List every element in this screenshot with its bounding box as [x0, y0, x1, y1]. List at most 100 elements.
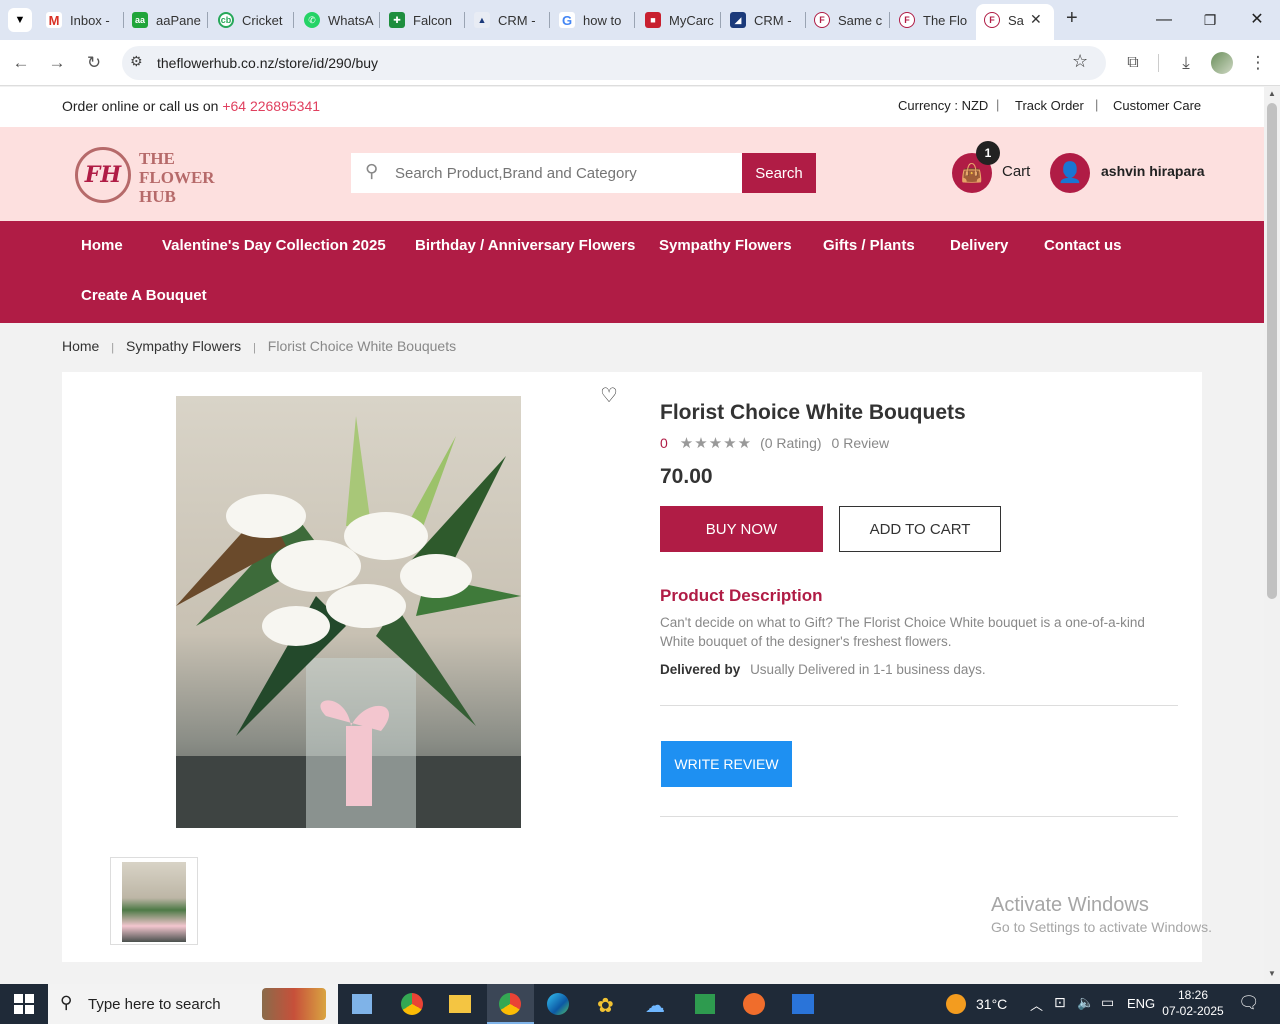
search-box: ⚲	[351, 153, 743, 193]
write-review-button[interactable]: WRITE REVIEW	[661, 741, 792, 787]
cart-button[interactable]: 👜 1 Cart	[952, 141, 1042, 195]
site-logo[interactable]: FH THE FLOWER HUB	[73, 145, 223, 206]
browser-tab[interactable]: ◢ CRM -	[730, 6, 806, 34]
reload-icon[interactable]: ↻	[83, 52, 105, 74]
nav-home[interactable]: Home	[81, 237, 123, 254]
review-count[interactable]: 0 Review	[832, 435, 890, 451]
close-tab-icon[interactable]: ✕	[1030, 11, 1042, 28]
app-icon-cube[interactable]	[352, 994, 372, 1014]
clock[interactable]: 18:26 07-02-2025	[1162, 987, 1224, 1019]
browser-tab[interactable]: ✆ WhatsA	[304, 6, 380, 34]
star-icon: ★	[737, 435, 753, 452]
breadcrumb-home[interactable]: Home	[62, 338, 99, 354]
gmail-icon: M	[46, 12, 62, 28]
menu-icon[interactable]: ⋮	[1247, 52, 1269, 74]
chevron-up-icon[interactable]: ︿	[1030, 995, 1043, 1014]
user-account[interactable]: 👤 ashvin hirapara	[1050, 151, 1210, 195]
download-icon[interactable]: ⤓	[1175, 52, 1197, 74]
breadcrumb: Home | Sympathy Flowers | Florist Choice…	[62, 338, 456, 354]
wishlist-heart-icon[interactable]: ♡	[600, 383, 618, 408]
scroll-up-icon[interactable]: ▲	[1268, 89, 1276, 98]
app-icon-pen[interactable]	[743, 993, 765, 1015]
new-tab-icon[interactable]: +	[1066, 7, 1078, 30]
user-avatar-icon: 👤	[1050, 153, 1090, 193]
bookmark-star-icon[interactable]: ☆	[1072, 51, 1088, 72]
rating-value: 0	[660, 435, 668, 451]
clock-time: 18:26	[1177, 988, 1209, 1002]
forward-icon[interactable]: →	[46, 52, 68, 74]
file-explorer-icon[interactable]	[449, 995, 471, 1013]
search-input[interactable]	[395, 153, 735, 193]
main-navigation: Home Valentine's Day Collection 2025 Bir…	[0, 221, 1264, 323]
app-icon-paw[interactable]: ✿	[597, 993, 614, 1018]
page-scrollbar[interactable]: ▲ ▼	[1264, 87, 1280, 984]
url-text[interactable]: theflowerhub.co.nz/store/id/290/buy	[157, 55, 378, 71]
restore-icon[interactable]: ❐	[1198, 8, 1222, 32]
taskbar-search-box[interactable]: ⚲ Type here to search	[48, 984, 338, 1024]
nav-delivery[interactable]: Delivery	[950, 237, 1008, 254]
close-window-icon[interactable]: ✕	[1245, 8, 1269, 32]
aapanel-icon: aa	[132, 12, 148, 28]
browser-tab[interactable]: G how to	[559, 6, 635, 34]
currency-selector[interactable]: Currency : NZD	[898, 98, 988, 113]
browser-tab[interactable]: F Same c	[814, 6, 890, 34]
windows-start-icon[interactable]	[14, 994, 34, 1014]
chrome-active-icon[interactable]	[487, 984, 534, 1024]
language-indicator[interactable]: ENG	[1127, 996, 1155, 1011]
network-icon[interactable]: ⊡	[1054, 994, 1066, 1011]
browser-tab[interactable]: cb Cricket	[218, 6, 294, 34]
back-icon[interactable]: ←	[10, 52, 32, 74]
rating-count: (0 Rating)	[760, 435, 822, 451]
buy-now-button[interactable]: BUY NOW	[660, 506, 823, 552]
browser-tab[interactable]: F The Flo	[899, 6, 975, 34]
weather-icon[interactable]	[946, 994, 966, 1014]
display-icon[interactable]: ▭	[1101, 994, 1114, 1011]
nav-valentines[interactable]: Valentine's Day Collection 2025	[162, 237, 386, 254]
customer-care-link[interactable]: Customer Care	[1113, 98, 1201, 113]
product-image[interactable]	[176, 396, 521, 828]
weather-temp[interactable]: 31°C	[976, 996, 1007, 1012]
notifications-icon[interactable]: 🗨	[1238, 993, 1260, 1013]
nav-create-bouquet[interactable]: Create A Bouquet	[81, 287, 207, 304]
tab-search-dropdown-icon[interactable]: ▼	[8, 8, 32, 32]
track-order-link[interactable]: Track Order	[1015, 98, 1084, 113]
product-card: ♡ Florist Choice White Bouquets 0 ★★★★★ …	[62, 372, 1212, 962]
nav-contact[interactable]: Contact us	[1044, 237, 1122, 254]
phone-link[interactable]: +64 226895341	[222, 98, 320, 114]
search-button[interactable]: Search	[742, 153, 816, 193]
flowerhub-icon: F	[984, 12, 1000, 28]
product-thumbnail[interactable]	[110, 857, 198, 945]
topbar-divider: |	[996, 97, 1000, 112]
site-header: FH THE FLOWER HUB ⚲ Search 👜 1 Cart 👤 as…	[0, 127, 1264, 221]
edge-icon[interactable]	[547, 993, 569, 1015]
add-to-cart-button[interactable]: ADD TO CART	[839, 506, 1001, 552]
site-settings-icon[interactable]: ⚙	[130, 53, 143, 70]
scrollbar-thumb[interactable]	[1267, 103, 1277, 599]
delivered-label: Delivered by	[660, 662, 741, 677]
app-icon-sheet[interactable]	[695, 994, 715, 1014]
address-bar[interactable]: ⚙ theflowerhub.co.nz/store/id/290/buy ☆	[122, 46, 1106, 80]
logo-emblem-icon: FH	[75, 147, 131, 203]
browser-tab-active-label[interactable]: F Sa	[984, 6, 1032, 34]
nav-sympathy[interactable]: Sympathy Flowers	[659, 237, 792, 254]
browser-tab[interactable]: ■ MyCarc	[645, 6, 721, 34]
nav-birthday-anniversary[interactable]: Birthday / Anniversary Flowers	[415, 237, 635, 254]
browser-tab[interactable]: ▲ CRM -	[474, 6, 550, 34]
divider	[660, 816, 1178, 817]
extensions-icon[interactable]: ⧉	[1122, 52, 1144, 74]
profile-avatar[interactable]	[1211, 52, 1233, 74]
chrome-profile-icon[interactable]	[401, 993, 423, 1015]
browser-tab[interactable]: aa aaPane	[132, 6, 208, 34]
crm-icon: ▲	[474, 12, 490, 28]
app-icon-rdp[interactable]	[792, 994, 814, 1014]
cart-count-badge: 1	[976, 141, 1000, 165]
nav-gifts-plants[interactable]: Gifts / Plants	[823, 237, 915, 254]
app-icon-cloud[interactable]: ☁	[645, 993, 665, 1018]
breadcrumb-category[interactable]: Sympathy Flowers	[126, 338, 241, 354]
scroll-down-icon[interactable]: ▼	[1268, 969, 1276, 978]
volume-icon[interactable]: 🔈	[1077, 994, 1094, 1011]
browser-tab[interactable]: M Inbox -	[46, 6, 124, 34]
minimize-icon[interactable]: —	[1152, 8, 1176, 32]
browser-tab[interactable]: ✚ Falcon	[389, 6, 465, 34]
delivery-info: Delivered by Usually Delivered in 1-1 bu…	[660, 662, 986, 677]
